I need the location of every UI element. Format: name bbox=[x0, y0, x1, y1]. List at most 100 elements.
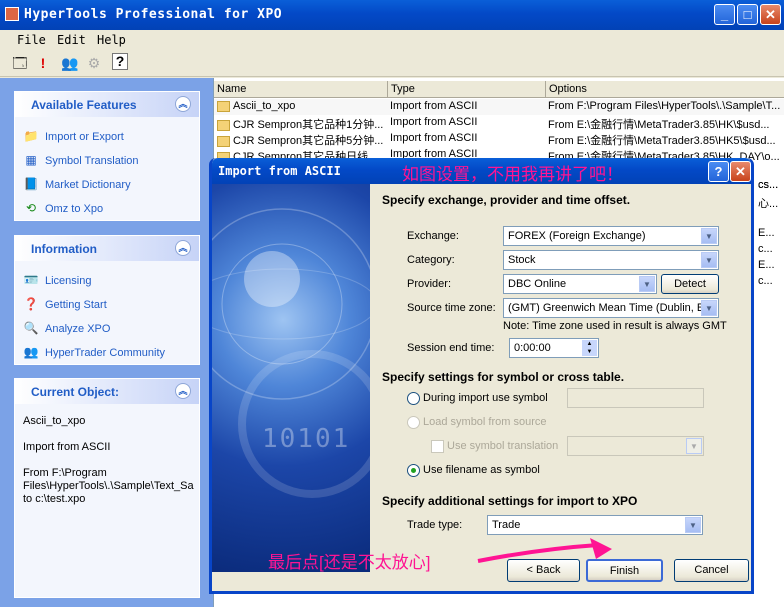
folder-icon bbox=[217, 135, 230, 147]
column-type[interactable]: Type bbox=[388, 81, 546, 98]
users-icon[interactable]: 👥 bbox=[60, 53, 80, 73]
minimize-button[interactable]: _ bbox=[714, 4, 735, 25]
timezone-value: (GMT) Greenwich Mean Time (Dublin, Edi bbox=[508, 302, 713, 314]
spin-up-icon[interactable]: ▲ bbox=[582, 340, 597, 348]
checkbox-symbol-translation[interactable] bbox=[431, 440, 444, 453]
chevron-down-icon[interactable]: ▼ bbox=[701, 252, 717, 268]
current-object-panel: Current Object: ︽ Ascii_to_xpo Import fro… bbox=[14, 378, 200, 598]
row-options-fragment: E... bbox=[758, 227, 775, 239]
row-name: CJR Sempron其它品种5分钟... bbox=[217, 132, 387, 148]
cancel-button[interactable]: Cancel bbox=[674, 559, 749, 582]
row-name: Ascii_to_xpo bbox=[217, 100, 387, 112]
table-row[interactable]: CJR Sempron其它品种5分钟... Import from ASCII … bbox=[214, 131, 784, 147]
maximize-button[interactable]: □ bbox=[737, 4, 758, 25]
radio-during-import[interactable] bbox=[407, 392, 420, 405]
collapse-icon[interactable]: ︽ bbox=[175, 383, 191, 399]
dialog-close-button[interactable]: ✕ bbox=[730, 161, 751, 182]
row-options: From E:\金融行情\MetaTrader3.85\HK\$usd... bbox=[548, 119, 770, 131]
features-header[interactable]: Available Features ︽ bbox=[15, 92, 199, 117]
folder-icon bbox=[217, 119, 230, 131]
row-options-fragment: E... bbox=[758, 259, 775, 271]
radio-use-filename[interactable] bbox=[407, 464, 420, 477]
row-options-fragment: c... bbox=[758, 275, 773, 287]
wizard-graphic: 10101 bbox=[212, 184, 370, 572]
current-object-header[interactable]: Current Object: ︽ bbox=[15, 379, 199, 404]
session-end-label: Session end time: bbox=[407, 342, 495, 354]
detect-button[interactable]: Detect bbox=[661, 274, 719, 294]
window-titlebar: HyperTools Professional for XPO _ □ ✕ bbox=[0, 0, 784, 30]
provider-select[interactable]: DBC Online ▼ bbox=[503, 274, 657, 294]
chevron-down-icon[interactable]: ▼ bbox=[686, 438, 702, 454]
menu-edit[interactable]: Edit bbox=[57, 33, 86, 47]
category-select[interactable]: Stock ▼ bbox=[503, 250, 719, 270]
exchange-label: Exchange: bbox=[407, 230, 459, 242]
translation-icon: ▦ bbox=[25, 153, 37, 167]
row-name-text: CJR Sempron其它品种1分钟... bbox=[233, 119, 384, 131]
row-name: CJR Sempron其它品种1分钟... bbox=[217, 116, 387, 132]
symbol-input[interactable] bbox=[567, 388, 704, 408]
globe-graphic bbox=[212, 208, 370, 498]
radio-use-filename-label: Use filename as symbol bbox=[423, 464, 540, 476]
features-panel: Available Features ︽ 📁 Import or Export ▦ S… bbox=[14, 91, 200, 221]
row-type: Import from ASCII bbox=[390, 100, 478, 112]
license-icon: 🪪 bbox=[23, 273, 39, 287]
sidebar-item-licensing[interactable]: 🪪 Licensing bbox=[23, 273, 92, 287]
sidebar-item-getting-start[interactable]: ❓ Getting Start bbox=[23, 297, 107, 311]
row-options-fragment: cs... bbox=[758, 179, 779, 191]
properties-icon[interactable]: 🗔 bbox=[10, 53, 30, 73]
sidebar-item-symbol-translation[interactable]: ▦ Symbol Translation bbox=[23, 153, 138, 167]
help-doc-icon: ❓ bbox=[23, 297, 39, 311]
provider-value: DBC Online bbox=[508, 278, 567, 290]
sidebar-item-analyze-xpo[interactable]: 🔍 Analyze XPO bbox=[23, 321, 111, 335]
table-row[interactable]: Ascii_to_xpo Import from ASCII From F:\P… bbox=[214, 99, 784, 115]
magnifier-icon: 🔍 bbox=[23, 321, 39, 335]
menu-file[interactable]: File bbox=[17, 33, 46, 47]
chevron-down-icon[interactable]: ▼ bbox=[701, 228, 717, 244]
column-options[interactable]: Options bbox=[546, 81, 784, 98]
session-end-time[interactable]: 0:00:00 ▲ ▼ bbox=[509, 338, 599, 358]
trade-type-label: Trade type: bbox=[407, 519, 463, 531]
import-icon: 📁 bbox=[23, 129, 39, 143]
help-icon[interactable]: ? bbox=[112, 53, 128, 70]
sidebar-item-hypertrader-community[interactable]: 👥 HyperTrader Community bbox=[23, 345, 166, 359]
current-object-title: Current Object: bbox=[31, 385, 120, 399]
trade-type-select[interactable]: Trade ▼ bbox=[487, 515, 703, 535]
annotation-arrow bbox=[477, 538, 612, 563]
table-row[interactable]: CJR Sempron其它品种1分钟... Import from ASCII … bbox=[214, 115, 784, 131]
chevron-down-icon[interactable]: ▼ bbox=[701, 300, 717, 316]
collapse-icon[interactable]: ︽ bbox=[175, 240, 191, 256]
dialog-help-button[interactable]: ? bbox=[708, 161, 729, 182]
binary-digits: 10101 bbox=[262, 424, 351, 454]
sidebar-item-omz-to-xpo[interactable]: ⟲ Omz to Xpo bbox=[23, 201, 103, 215]
spin-down-icon[interactable]: ▼ bbox=[582, 348, 597, 356]
exclaim-icon[interactable]: ! bbox=[33, 53, 53, 73]
current-object-name: Ascii_to_xpo bbox=[23, 415, 86, 427]
column-name[interactable]: Name bbox=[214, 81, 388, 98]
chevron-down-icon[interactable]: ▼ bbox=[639, 276, 655, 292]
menu-help[interactable]: Help bbox=[97, 33, 126, 47]
category-value: Stock bbox=[508, 254, 536, 266]
provider-label: Provider: bbox=[407, 278, 452, 290]
information-header[interactable]: Information ︽ bbox=[15, 236, 199, 261]
dictionary-icon: 📘 bbox=[23, 177, 39, 191]
dialog-titlebar: Import from ASCII 如图设置，不用我再讲了吧！ ? ✕ bbox=[212, 158, 751, 184]
sidebar: Available Features ︽ 📁 Import or Export ▦ S… bbox=[0, 78, 213, 607]
section-title-symbol: Specify settings for symbol or cross tab… bbox=[382, 370, 625, 384]
features-title: Available Features bbox=[31, 98, 137, 112]
chevron-down-icon[interactable]: ▼ bbox=[685, 517, 701, 533]
disabled-users-icon[interactable]: ⚙ bbox=[84, 53, 104, 73]
radio-during-import-label: During import use symbol bbox=[423, 392, 548, 404]
row-options: From E:\金融行情\MetaTrader3.85\HK5\$usd... bbox=[548, 135, 776, 147]
timezone-select[interactable]: (GMT) Greenwich Mean Time (Dublin, Edi ▼ bbox=[503, 298, 719, 318]
translation-select[interactable]: ▼ bbox=[567, 436, 704, 456]
annotation-top: 如图设置，不用我再讲了吧！ bbox=[402, 165, 623, 184]
menu-bar: File Edit Help bbox=[0, 30, 784, 50]
information-panel: Information ︽ 🪪 Licensing ❓ Getting Start 🔍… bbox=[14, 235, 200, 365]
collapse-icon[interactable]: ︽ bbox=[175, 96, 191, 112]
exchange-select[interactable]: FOREX (Foreign Exchange) ▼ bbox=[503, 226, 719, 246]
annotation-bottom: 最后点[还是不太放心] bbox=[268, 553, 431, 572]
sidebar-item-market-dictionary[interactable]: 📘 Market Dictionary bbox=[23, 177, 131, 191]
sidebar-item-import-export[interactable]: 📁 Import or Export bbox=[23, 129, 124, 143]
radio-load-symbol[interactable] bbox=[407, 416, 420, 429]
close-button[interactable]: ✕ bbox=[760, 4, 781, 25]
